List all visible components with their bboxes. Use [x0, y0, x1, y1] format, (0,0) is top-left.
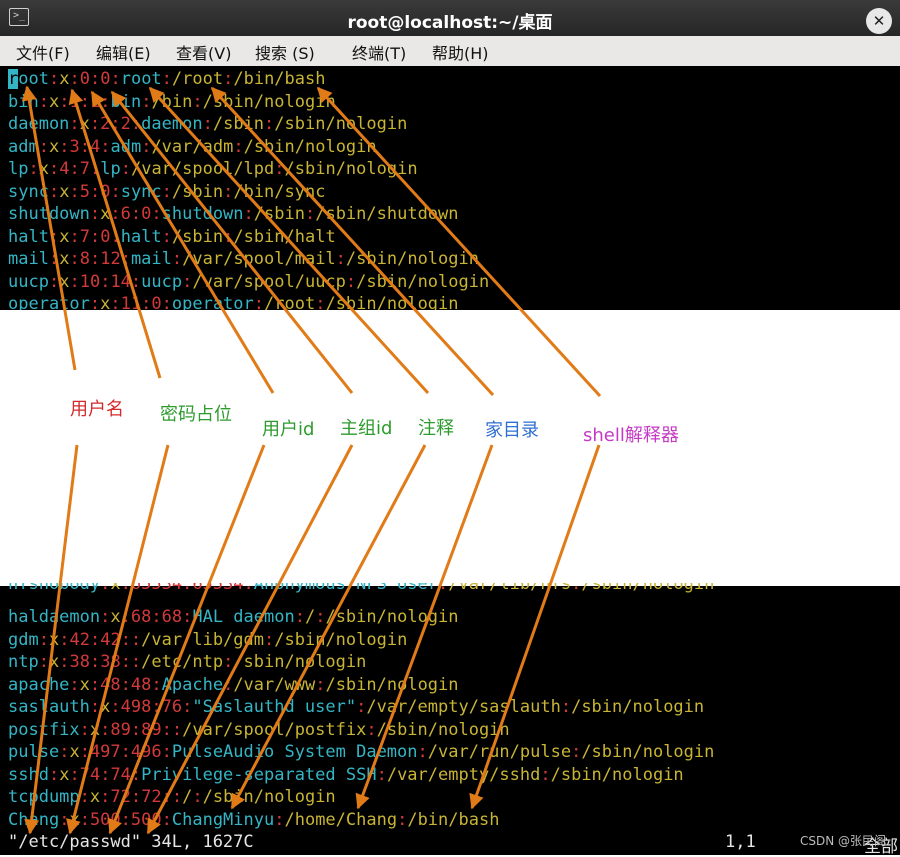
arrow-username-up — [21, 85, 77, 371]
arrow-gid-up — [110, 90, 354, 394]
arrow-shell-down — [469, 444, 601, 810]
arrow-password-down — [66, 444, 170, 835]
arrow-comment-up — [148, 86, 430, 395]
status-cursor-position: 1,1 — [725, 832, 756, 852]
arrow-home-down — [355, 444, 494, 810]
annotation-arrows — [21, 85, 602, 835]
arrow-username-down — [24, 444, 79, 835]
vim-status-bar: "/etc/passwd" 34L, 1627C 1,1 全部 — [0, 832, 900, 857]
status-file-info: "/etc/passwd" 34L, 1627C — [8, 832, 254, 852]
arrow-comment-down — [230, 444, 427, 810]
csdn-watermark: CSDN @张民阁 — [799, 834, 886, 848]
arrow-home-up — [210, 86, 495, 397]
arrow-shell-up — [316, 86, 602, 398]
arrow-uid-down — [108, 444, 266, 835]
